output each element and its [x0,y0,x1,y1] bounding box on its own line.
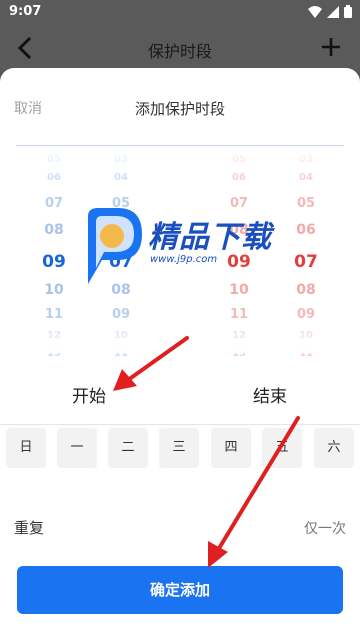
confirm-add-button[interactable]: 确定添加 [17,566,343,614]
picker-option[interactable]: 09 [101,307,141,322]
day-fri-button[interactable]: 五 [262,428,302,468]
picker-fade-bottom [0,323,360,353]
repeat-label: 重复 [14,519,45,537]
wifi-icon [308,5,322,18]
picker-option[interactable]: 11 [219,307,259,322]
day-sat-button[interactable]: 六 [314,428,354,468]
day-thu-button[interactable]: 四 [211,428,251,468]
status-bar: 9:07 [0,0,360,24]
picker-selected-value[interactable]: 09 [34,252,74,272]
divider [0,424,360,425]
weekday-selector: 日 一 二 三 四 五 六 [6,428,354,468]
picker-option[interactable]: 09 [286,307,326,322]
watermark-text: 精品下载 [148,220,272,255]
watermark-logo-icon [88,208,142,284]
add-period-sheet: 取消 添加保护时段 050607080910111213 03040506070… [0,68,360,640]
page-title: 保护时段 [147,42,212,61]
battery-icon [344,5,352,18]
start-hour-picker[interactable]: 050607080910111213 [34,154,74,359]
status-time: 9:07 [9,4,42,19]
end-label[interactable]: 结束 [253,382,287,407]
divider [16,145,344,146]
plus-icon[interactable] [318,34,344,60]
day-tue-button[interactable]: 二 [108,428,148,468]
watermark: 精品下载 www.j9p.com [80,206,300,286]
title-bar: 保护时段 [0,24,360,72]
picker-option[interactable]: 07 [34,196,74,211]
picker-option[interactable]: 10 [34,282,74,298]
day-sun-button[interactable]: 日 [6,428,46,468]
day-mon-button[interactable]: 一 [57,428,97,468]
watermark-url: www.j9p.com [150,254,218,265]
picker-fade-top [0,148,360,178]
picker-option[interactable]: 08 [34,222,74,238]
status-icons [308,5,352,18]
start-label[interactable]: 开始 [72,382,106,407]
sheet-title: 添加保护时段 [134,100,225,118]
picker-option[interactable]: 11 [34,307,74,322]
signal-icon [327,5,339,18]
repeat-value[interactable]: 仅一次 [304,518,346,538]
day-wed-button[interactable]: 三 [159,428,199,468]
